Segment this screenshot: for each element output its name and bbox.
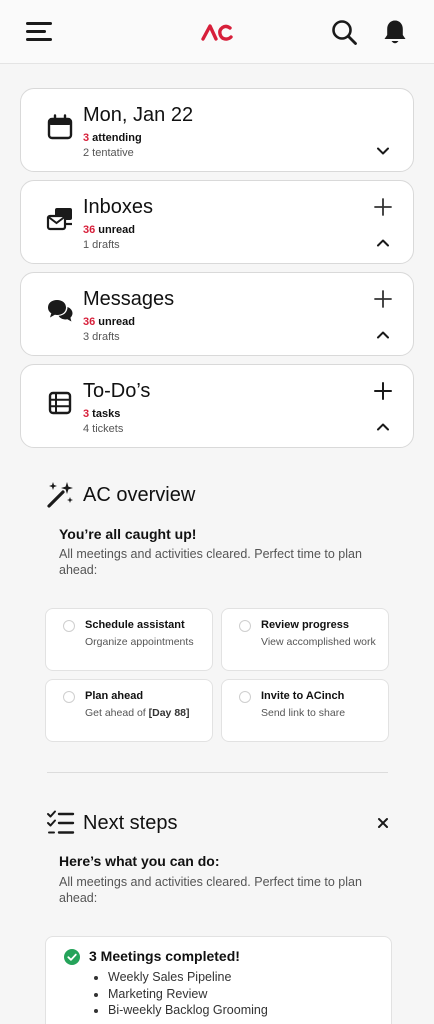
chat-bubbles-icon [48,300,73,322]
ac-logo [201,24,233,41]
close-icon[interactable] [375,815,391,831]
next-steps-title: Next steps [83,812,178,834]
bell-icon[interactable] [382,18,408,46]
action-subtitle: Get ahead of [Day 88] [85,707,207,720]
list-item: Bi-weekly Backlog Grooming [108,1002,268,1019]
plus-icon[interactable] [373,289,393,309]
invite-action[interactable]: Invite to ACinch Send link to share [221,679,389,742]
overview-subtitle: You’re all caught up! [59,526,197,542]
chevron-up-icon[interactable] [375,421,391,433]
meetings-completed-title: 3 Meetings completed! [89,948,240,964]
overview-title: AC overview [83,484,196,506]
todos-card[interactable]: To-Do’s 3 tasks 4 tickets [20,364,414,448]
action-title: Schedule assistant [85,619,185,631]
list-item: Marketing Review [108,986,268,1003]
count-label: attending [89,132,142,144]
count-label: unread [95,224,135,236]
card-primary-line: 3 attending [83,132,142,144]
schedule-assistant-action[interactable]: Schedule assistant Organize appointments [45,608,213,671]
card-secondary-line: 1 drafts [83,239,120,251]
subtitle-prefix: Get ahead of [85,707,149,719]
check-circle-icon [64,949,80,965]
magic-wand-icon [47,482,73,508]
top-bar [0,0,434,64]
card-secondary-line: 4 tickets [83,423,124,435]
meetings-list: Weekly Sales Pipeline Marketing Review B… [108,969,268,1019]
card-primary-line: 3 tasks [83,408,120,420]
chevron-up-icon[interactable] [375,329,391,341]
card-secondary-line: 2 tentative [83,147,134,159]
action-title: Review progress [261,619,350,631]
search-icon[interactable] [330,18,358,46]
card-title: To-Do’s [83,380,151,402]
next-steps-subtitle: Here’s what you can do: [59,853,220,869]
checklist-icon [47,810,75,834]
radio-circle[interactable] [63,691,75,703]
count-label: unread [95,316,135,328]
radio-circle[interactable] [239,691,251,703]
plan-ahead-action[interactable]: Plan ahead Get ahead of [Day 88] [45,679,213,742]
action-subtitle: Organize appointments [85,636,194,648]
day-label: [Day 88] [148,707,190,719]
action-title: Plan ahead [85,690,144,702]
card-title: Inboxes [83,196,154,218]
plus-icon[interactable] [373,197,393,217]
card-title: Mon, Jan 22 [83,104,194,126]
card-primary-line: 36 unread [83,224,135,236]
card-secondary-line: 3 drafts [83,331,120,343]
section-divider [47,772,388,773]
card-title: Messages [83,288,175,310]
calendar-card[interactable]: Mon, Jan 22 3 attending 2 tentative [20,88,414,172]
list-icon [48,391,72,415]
action-subtitle: Send link to share [261,707,346,719]
overview-description: All meetings and activities cleared. Per… [59,547,362,577]
radio-circle[interactable] [239,620,251,632]
review-progress-action[interactable]: Review progress View accomplished work [221,608,389,671]
calendar-icon [47,114,73,140]
inbox-stack-icon [46,208,72,231]
chevron-down-icon[interactable] [375,145,391,157]
inboxes-card[interactable]: Inboxes 36 unread 1 drafts [20,180,414,264]
card-primary-line: 36 unread [83,316,135,328]
count-label: tasks [89,408,121,420]
radio-circle[interactable] [63,620,75,632]
meetings-completed-card: 3 Meetings completed! Weekly Sales Pipel… [45,936,392,1024]
unread-count: 36 [83,224,96,236]
chevron-up-icon[interactable] [375,237,391,249]
messages-card[interactable]: Messages 36 unread 3 drafts [20,272,414,356]
action-title: Invite to ACinch [261,690,345,702]
hamburger-menu-icon[interactable] [26,20,52,44]
list-item: Weekly Sales Pipeline [108,969,268,986]
plus-icon[interactable] [373,381,393,401]
action-subtitle: View accomplished work [261,636,376,648]
next-steps-description: All meetings and activities cleared. Per… [59,875,362,905]
unread-count: 36 [83,316,96,328]
